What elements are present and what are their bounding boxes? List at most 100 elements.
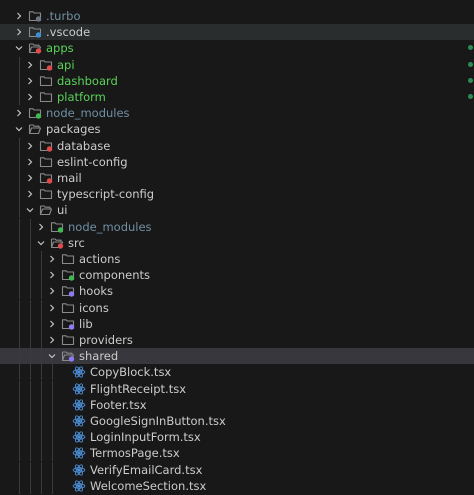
indent-guide	[19, 218, 20, 235]
chevron-right-icon[interactable]	[23, 186, 37, 202]
chevron-right-icon[interactable]	[34, 219, 48, 235]
folder-icon	[61, 301, 75, 315]
folder-icon	[61, 284, 75, 298]
indent-guide	[19, 283, 20, 300]
git-status-dot	[468, 45, 473, 51]
indent-guide	[41, 332, 42, 348]
folder-label: apps	[46, 41, 74, 56]
folder-label: icons	[79, 300, 109, 315]
chevron-down-icon[interactable]	[34, 235, 48, 251]
indent-guide	[30, 332, 31, 348]
folder-item-node-modules[interactable]: node_modules	[0, 105, 474, 121]
indent-guide	[30, 429, 31, 446]
folder-label: actions	[79, 252, 121, 266]
indent-guide	[19, 234, 20, 251]
chevron-right-icon[interactable]	[45, 300, 59, 316]
folder-label: packages	[46, 122, 101, 137]
chevron-right-icon[interactable]	[23, 154, 37, 170]
indent-guide	[19, 299, 20, 316]
file-item-googlesigninbutton-tsx[interactable]: GoogleSignInButton.tsx	[0, 413, 474, 429]
chevron-down-icon[interactable]	[45, 348, 59, 364]
chevron-right-icon[interactable]	[12, 105, 26, 121]
folder-item-actions[interactable]: actions	[0, 251, 474, 267]
indent-guide	[30, 364, 31, 381]
folder-item-database[interactable]: database	[0, 137, 474, 154]
folder-item-platform[interactable]: platform	[0, 89, 474, 105]
file-label: VerifyEmailCard.tsx	[90, 462, 203, 477]
indent-guide	[41, 299, 42, 316]
chevron-right-icon[interactable]	[23, 57, 37, 73]
folder-item-dashboard[interactable]: dashboard	[0, 72, 474, 89]
folder-label: hooks	[79, 284, 114, 299]
indent-guide	[30, 380, 31, 397]
chevron-right-icon[interactable]	[12, 8, 26, 24]
file-item-footer-tsx[interactable]: Footer.tsx	[0, 396, 474, 413]
folder-item-shared[interactable]: shared	[0, 348, 474, 365]
folder-item-components[interactable]: components	[0, 267, 474, 284]
indent-guide	[19, 429, 20, 446]
folder-icon	[61, 268, 75, 282]
indent-guide	[19, 186, 20, 203]
chevron-right-icon[interactable]	[23, 138, 37, 154]
react-tsx-icon	[72, 382, 86, 396]
chevron-right-icon[interactable]	[45, 267, 59, 283]
file-item-copyblock-tsx[interactable]: CopyBlock.tsx	[0, 364, 474, 381]
folder-item-ui[interactable]: ui	[0, 202, 474, 219]
folder-item-hooks[interactable]: hooks	[0, 283, 474, 300]
folder-label: api	[57, 57, 75, 72]
file-item-logininputform-tsx[interactable]: LoginInputForm.tsx	[0, 429, 474, 446]
folder-item-api[interactable]: api	[0, 56, 474, 73]
folder-label: components	[79, 268, 151, 283]
folder-label: src	[68, 235, 85, 250]
folder-open-icon	[61, 349, 75, 363]
git-status-dot	[468, 94, 473, 99]
indent-guide	[41, 461, 42, 478]
chevron-right-icon[interactable]	[23, 170, 37, 186]
folder-item-eslint-config[interactable]: eslint-config	[0, 153, 474, 170]
folder-icon	[28, 106, 42, 120]
file-label: WelcomeSection.tsx	[90, 478, 207, 493]
folder-item-packages[interactable]: packages	[0, 121, 474, 137]
folder-label: mail	[57, 171, 82, 185]
chevron-down-icon[interactable]	[12, 40, 26, 56]
file-item-welcomesection-tsx[interactable]: WelcomeSection.tsx	[0, 477, 474, 494]
indent-guide	[19, 72, 20, 89]
git-status-dot	[468, 77, 473, 83]
file-item-termospage-tsx[interactable]: TermosPage.tsx	[0, 445, 474, 462]
indent-guide	[30, 396, 31, 413]
indent-guide	[30, 348, 31, 365]
indent-guide	[19, 413, 20, 429]
chevron-right-icon[interactable]	[23, 89, 37, 105]
chevron-right-icon[interactable]	[45, 316, 59, 332]
indent-guide	[19, 267, 20, 284]
chevron-right-icon[interactable]	[45, 332, 59, 348]
chevron-right-icon[interactable]	[23, 73, 37, 89]
file-label: Footer.tsx	[90, 397, 147, 412]
chevron-right-icon[interactable]	[12, 24, 26, 40]
folder-item-typescript-config[interactable]: typescript-config	[0, 186, 474, 203]
folder-label: .turbo	[46, 9, 81, 23]
file-item-flightreceipt-tsx[interactable]: FlightReceipt.tsx	[0, 380, 474, 397]
indent-guide	[52, 429, 53, 446]
folder-item-providers[interactable]: providers	[0, 332, 474, 348]
folder-label: platform	[57, 90, 106, 104]
chevron-right-icon[interactable]	[45, 251, 59, 267]
chevron-down-icon[interactable]	[12, 121, 26, 137]
indent-guide	[41, 477, 42, 494]
folder-icon	[28, 9, 42, 23]
folder-item-lib[interactable]: lib	[0, 315, 474, 332]
folder-item-vscode[interactable]: .vscode	[0, 24, 474, 41]
chevron-down-icon[interactable]	[23, 202, 37, 218]
indent-guide	[52, 380, 53, 397]
react-tsx-icon	[72, 446, 86, 460]
folder-item-src[interactable]: src	[0, 234, 474, 251]
folder-item-icons[interactable]: icons	[0, 299, 474, 316]
folder-item-apps[interactable]: apps	[0, 40, 474, 56]
indent-guide	[41, 396, 42, 413]
folder-item-node-modules[interactable]: node_modules	[0, 218, 474, 235]
file-item-verifyemailcard-tsx[interactable]: VerifyEmailCard.tsx	[0, 461, 474, 478]
folder-icon	[61, 317, 75, 331]
chevron-right-icon[interactable]	[45, 283, 59, 299]
folder-item-turbo[interactable]: .turbo	[0, 8, 474, 24]
folder-item-mail[interactable]: mail	[0, 170, 474, 186]
